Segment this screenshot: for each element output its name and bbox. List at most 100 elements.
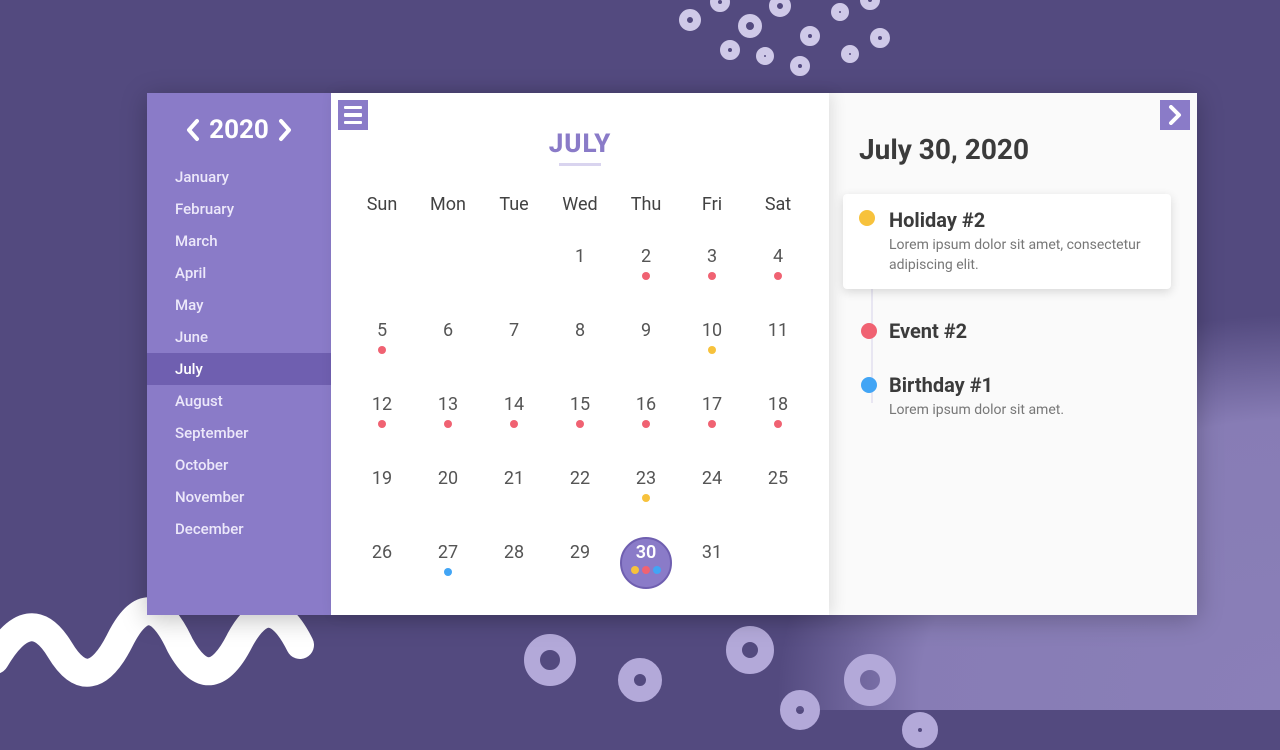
calendar-panel: JULY SunMonTueWedThuFriSat12345678910111… bbox=[331, 93, 829, 615]
events-panel: July 30, 2020 Holiday #2Lorem ipsum dolo… bbox=[829, 93, 1197, 615]
calendar-day-14[interactable]: 14 bbox=[481, 393, 547, 437]
event-description: Lorem ipsum dolor sit amet. bbox=[889, 401, 1171, 421]
month-item-february[interactable]: February bbox=[147, 193, 331, 225]
month-list: JanuaryFebruaryMarchAprilMayJuneJulyAugu… bbox=[147, 161, 331, 545]
calendar-day-12[interactable]: 12 bbox=[349, 393, 415, 437]
day-number: 20 bbox=[438, 467, 458, 491]
day-number: 13 bbox=[438, 393, 458, 417]
month-item-april[interactable]: April bbox=[147, 257, 331, 289]
calendar-day-31[interactable]: 31 bbox=[679, 541, 745, 585]
event-dot-icon bbox=[444, 420, 452, 428]
calendar-day-19[interactable]: 19 bbox=[349, 467, 415, 511]
month-item-october[interactable]: October bbox=[147, 449, 331, 481]
calendar-day-20[interactable]: 20 bbox=[415, 467, 481, 511]
calendar-day-29[interactable]: 29 bbox=[547, 541, 613, 585]
next-panel-button[interactable] bbox=[1160, 100, 1190, 130]
calendar-day-3[interactable]: 3 bbox=[679, 245, 745, 289]
weekday-header: Fri bbox=[679, 194, 745, 215]
calendar-day-1[interactable]: 1 bbox=[547, 245, 613, 289]
day-number: 3 bbox=[707, 245, 717, 269]
month-item-june[interactable]: June bbox=[147, 321, 331, 353]
day-number: 22 bbox=[570, 467, 590, 491]
day-markers bbox=[774, 272, 782, 280]
day-number: 2 bbox=[641, 245, 651, 269]
event-item[interactable]: Holiday #2 Lorem ipsum dolor sit amet, co… bbox=[843, 194, 1171, 289]
month-title: JULY bbox=[331, 129, 829, 172]
calendar-day-2[interactable]: 2 bbox=[613, 245, 679, 289]
month-item-january[interactable]: January bbox=[147, 161, 331, 193]
calendar-day-16[interactable]: 16 bbox=[613, 393, 679, 437]
event-title: Birthday #1 bbox=[889, 373, 1171, 397]
calendar-day-17[interactable]: 17 bbox=[679, 393, 745, 437]
event-list: Holiday #2 Lorem ipsum dolor sit amet, co… bbox=[859, 194, 1171, 421]
calendar-day-23[interactable]: 23 bbox=[613, 467, 679, 511]
calendar-day-28[interactable]: 28 bbox=[481, 541, 547, 585]
calendar-day-30[interactable]: 30 bbox=[613, 541, 679, 585]
next-year-button[interactable] bbox=[277, 118, 293, 142]
year-switcher: 2020 bbox=[147, 115, 331, 145]
calendar-day-22[interactable]: 22 bbox=[547, 467, 613, 511]
event-title: Holiday #2 bbox=[889, 208, 1155, 232]
event-dot-icon bbox=[642, 494, 650, 502]
day-number: 28 bbox=[504, 541, 524, 565]
day-number: 10 bbox=[702, 319, 722, 343]
calendar-day-8[interactable]: 8 bbox=[547, 319, 613, 363]
calendar-day-18[interactable]: 18 bbox=[745, 393, 811, 437]
month-item-march[interactable]: March bbox=[147, 225, 331, 257]
day-number: 25 bbox=[768, 467, 788, 491]
event-description: Lorem ipsum dolor sit amet, consectetur … bbox=[889, 236, 1155, 275]
calendar-day-26[interactable]: 26 bbox=[349, 541, 415, 585]
day-markers bbox=[708, 272, 716, 280]
calendar-day-6[interactable]: 6 bbox=[415, 319, 481, 363]
calendar-day-25[interactable]: 25 bbox=[745, 467, 811, 511]
calendar-day-11[interactable]: 11 bbox=[745, 319, 811, 363]
calendar-app: 2020 JanuaryFebruaryMarchAprilMayJuneJul… bbox=[147, 93, 1197, 615]
calendar-empty-cell bbox=[481, 245, 547, 289]
month-item-august[interactable]: August bbox=[147, 385, 331, 417]
day-number: 26 bbox=[372, 541, 392, 565]
day-number: 31 bbox=[702, 541, 722, 565]
event-dot-icon bbox=[642, 272, 650, 280]
event-item[interactable]: Birthday #1 Lorem ipsum dolor sit amet. bbox=[889, 373, 1171, 421]
day-markers bbox=[576, 420, 584, 428]
day-number: 21 bbox=[504, 467, 524, 491]
event-item[interactable]: Event #2 bbox=[889, 319, 1171, 343]
calendar-day-10[interactable]: 10 bbox=[679, 319, 745, 363]
calendar-day-15[interactable]: 15 bbox=[547, 393, 613, 437]
day-markers bbox=[708, 420, 716, 428]
menu-button[interactable] bbox=[338, 100, 368, 130]
day-number: 30 bbox=[636, 541, 657, 565]
event-title: Event #2 bbox=[889, 319, 1171, 343]
month-item-may[interactable]: May bbox=[147, 289, 331, 321]
month-item-december[interactable]: December bbox=[147, 513, 331, 545]
day-number: 19 bbox=[372, 467, 392, 491]
calendar-day-13[interactable]: 13 bbox=[415, 393, 481, 437]
event-dot-icon bbox=[708, 272, 716, 280]
prev-year-button[interactable] bbox=[185, 118, 201, 142]
calendar-day-21[interactable]: 21 bbox=[481, 467, 547, 511]
day-markers bbox=[642, 494, 650, 502]
weekday-header: Wed bbox=[547, 194, 613, 215]
day-number: 5 bbox=[377, 319, 387, 343]
calendar-day-9[interactable]: 9 bbox=[613, 319, 679, 363]
event-dot-icon bbox=[708, 346, 716, 354]
day-markers bbox=[642, 420, 650, 428]
month-item-july[interactable]: July bbox=[147, 353, 331, 385]
event-bullet-icon bbox=[859, 210, 875, 226]
day-number: 17 bbox=[702, 393, 722, 417]
day-number: 4 bbox=[773, 245, 783, 269]
month-item-november[interactable]: November bbox=[147, 481, 331, 513]
day-number: 27 bbox=[438, 541, 458, 565]
month-item-september[interactable]: September bbox=[147, 417, 331, 449]
day-number: 23 bbox=[636, 467, 656, 491]
calendar-day-4[interactable]: 4 bbox=[745, 245, 811, 289]
day-markers bbox=[444, 568, 452, 576]
chevron-left-icon bbox=[185, 118, 201, 142]
day-markers bbox=[510, 420, 518, 428]
event-bullet-icon bbox=[861, 323, 877, 339]
calendar-day-27[interactable]: 27 bbox=[415, 541, 481, 585]
calendar-day-24[interactable]: 24 bbox=[679, 467, 745, 511]
calendar-day-7[interactable]: 7 bbox=[481, 319, 547, 363]
sidebar: 2020 JanuaryFebruaryMarchAprilMayJuneJul… bbox=[147, 93, 331, 615]
calendar-day-5[interactable]: 5 bbox=[349, 319, 415, 363]
